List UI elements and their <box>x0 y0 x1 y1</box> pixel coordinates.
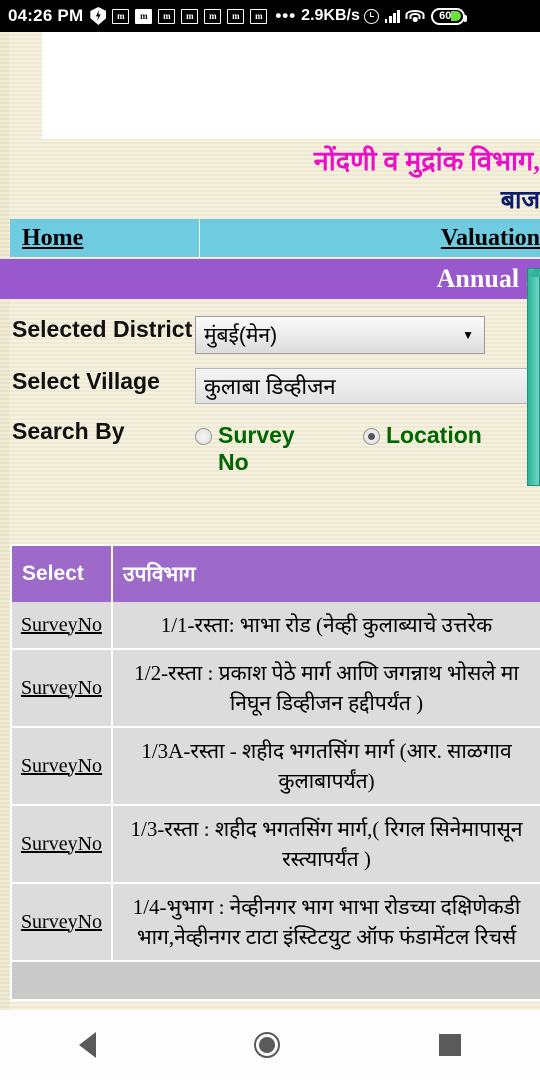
row-desc-line1: 1/2-रस्ता : प्रकाश पेठे मार्ग आणि जगन्ना… <box>134 661 519 685</box>
table-row: SurveyNo 1/2-रस्ता : प्रकाश पेठे मार्ग आ… <box>12 649 540 728</box>
row-select-cell[interactable]: SurveyNo <box>12 602 113 650</box>
row-description-cell: 1/2-रस्ता : प्रकाश पेठे मार्ग आणि जगन्ना… <box>112 649 540 728</box>
m-badge-icon-3: m <box>181 8 199 24</box>
column-header-select: Select <box>12 546 113 602</box>
back-triangle-icon[interactable] <box>79 1032 97 1058</box>
banner-whitespace <box>42 32 540 139</box>
row-description-cell: 1/4-भुभाग : नेव्हीनगर भाग भाभा रोडच्या द… <box>112 883 540 962</box>
signal-icon <box>384 9 400 23</box>
column-header-subdivision: उपविभाग <box>112 546 540 602</box>
site-header: नोंदणी व मुद्रांक विभाग, बाज <box>0 139 540 219</box>
chevron-down-icon: ▼ <box>462 328 474 342</box>
results-table-wrapper: Select उपविभाग SurveyNo 1/1-रस्ता: भाभा … <box>10 544 540 1001</box>
survey-no-link[interactable]: SurveyNo <box>21 614 102 636</box>
table-row-blank <box>12 961 540 999</box>
radio-location-label: Location <box>386 422 482 448</box>
home-circle-icon[interactable] <box>254 1032 281 1058</box>
wifi-icon <box>405 9 425 23</box>
table-row: SurveyNo 1/3A-रस्ता - शहीद भगतसिंग मार्ग… <box>12 727 540 806</box>
table-row: SurveyNo 1/1-रस्ता: भाभा रोड (नेव्ही कुल… <box>12 602 540 650</box>
table-row: SurveyNo 1/3-रस्ता : शहीद भगतसिंग मार्ग,… <box>12 805 540 884</box>
row-desc-line1: 1/1-रस्ता: भाभा रोड (नेव्ही कुलाब्याचे उ… <box>160 613 493 637</box>
webview-content: नोंदणी व मुद्रांक विभाग, बाज Home Valuat… <box>0 32 540 1010</box>
radio-survey-no[interactable] <box>195 428 212 445</box>
row-desc-line1: 1/3A-रस्ता - शहीद भगतसिंग मार्ग (आर. साळ… <box>141 739 512 763</box>
m-badge-icon-1: m <box>112 8 130 24</box>
row-description-cell: 1/1-रस्ता: भाभा रोड (नेव्ही कुलाब्याचे उ… <box>112 602 540 650</box>
search-by-label: Search By <box>12 418 125 444</box>
district-label: Selected District <box>12 316 193 342</box>
row-select-cell[interactable]: SurveyNo <box>12 805 113 884</box>
radio-group-location[interactable]: Location <box>363 422 482 449</box>
survey-no-link[interactable]: SurveyNo <box>21 911 102 933</box>
nav-home-link[interactable]: Home <box>22 225 83 252</box>
page-subtitle: बाज <box>500 187 540 214</box>
m-badge-icon-6: m <box>250 8 268 24</box>
row-description-cell: 1/3A-रस्ता - शहीद भगतसिंग मार्ग (आर. साळ… <box>112 727 540 806</box>
table-body: SurveyNo 1/1-रस्ता: भाभा रोड (नेव्ही कुल… <box>12 602 540 999</box>
status-clock: 04:26 PM <box>8 6 84 25</box>
overflow-dots-icon: ••• <box>275 6 297 25</box>
radio-group-survey-no[interactable]: Survey No <box>195 422 325 476</box>
m-badge-icon-2: m <box>158 8 176 24</box>
search-form: Selected District मुंबई(मेन) ▼ Select Vi… <box>10 314 540 488</box>
row-select-cell[interactable]: SurveyNo <box>12 883 113 962</box>
recents-square-icon[interactable] <box>438 1034 461 1056</box>
row-select-cell[interactable]: SurveyNo <box>12 649 113 728</box>
blank-cell-left <box>12 961 112 999</box>
page-title: नोंदणी व मुद्रांक विभाग, <box>313 146 540 176</box>
row-desc-line2: रस्त्यापर्यंत ) <box>282 847 371 871</box>
phone-screen: 04:26 PM m m m m m m m ••• 2.9KB/s 60 नो… <box>0 0 540 1080</box>
table-header-row: Select उपविभाग <box>12 546 540 602</box>
form-row-search-by: Search By Survey No Location <box>10 416 530 476</box>
village-select[interactable]: कुलाबा डिव्हीजन <box>195 368 540 404</box>
row-select-cell[interactable]: SurveyNo <box>12 727 113 806</box>
blank-cell-right <box>112 961 540 999</box>
row-desc-line2: निघून डिव्हीजन हद्दीपर्यंत ) <box>229 691 424 715</box>
survey-no-link[interactable]: SurveyNo <box>21 677 102 699</box>
vertical-scrollbar[interactable] <box>527 268 540 486</box>
annual-statement-title: Annual S <box>436 264 540 293</box>
m-badge-icon-4: m <box>204 8 222 24</box>
row-desc-line1: 1/3-रस्ता : शहीद भगतसिंग मार्ग,( रिगल सि… <box>130 817 523 841</box>
nav-valuation-link[interactable]: Valuation <box>441 225 540 252</box>
village-label: Select Village <box>12 368 160 394</box>
row-desc-line2: कुलाबापर्यंत) <box>278 769 375 793</box>
survey-no-link[interactable]: SurveyNo <box>21 755 102 777</box>
battery-icon: 60 <box>430 7 467 25</box>
alarm-icon <box>363 8 379 24</box>
annual-statement-bar: Annual S <box>0 259 540 299</box>
main-navbar: Home Valuation <box>10 219 540 257</box>
radio-location[interactable] <box>363 428 380 445</box>
results-table: Select उपविभाग SurveyNo 1/1-रस्ता: भाभा … <box>12 546 540 999</box>
radio-survey-no-label: Survey No <box>218 422 295 475</box>
nav-item-valuation[interactable]: Valuation <box>200 219 540 257</box>
row-desc-line1: 1/4-भुभाग : नेव्हीनगर भाग भाभा रोडच्या द… <box>132 895 521 919</box>
m-badge-icon-5: m <box>227 8 245 24</box>
form-row-village: Select Village कुलाबा डिव्हीजन <box>10 366 540 404</box>
nav-item-home[interactable]: Home <box>10 219 200 257</box>
form-row-district: Selected District मुंबई(मेन) ▼ <box>10 314 530 354</box>
shield-icon <box>90 7 107 25</box>
survey-no-link[interactable]: SurveyNo <box>21 833 102 855</box>
table-row: SurveyNo 1/4-भुभाग : नेव्हीनगर भाग भाभा … <box>12 883 540 962</box>
m-badge-filled-icon: m <box>135 8 153 24</box>
district-selected-value: मुंबई(मेन) <box>204 324 278 347</box>
row-desc-line2: भाग,नेव्हीनगर टाटा इंस्टिटयुट ऑफ फंडामें… <box>136 925 517 949</box>
battery-level-label: 60 <box>439 10 452 22</box>
status-bar: 04:26 PM m m m m m m m ••• 2.9KB/s 60 <box>0 0 540 32</box>
android-navigation-bar <box>0 1010 540 1080</box>
row-description-cell: 1/3-रस्ता : शहीद भगतसिंग मार्ग,( रिगल सि… <box>112 805 540 884</box>
district-select[interactable]: मुंबई(मेन) ▼ <box>195 316 485 354</box>
network-speed-label: 2.9KB/s <box>301 7 360 24</box>
village-selected-value: कुलाबा डिव्हीजन <box>204 374 336 399</box>
